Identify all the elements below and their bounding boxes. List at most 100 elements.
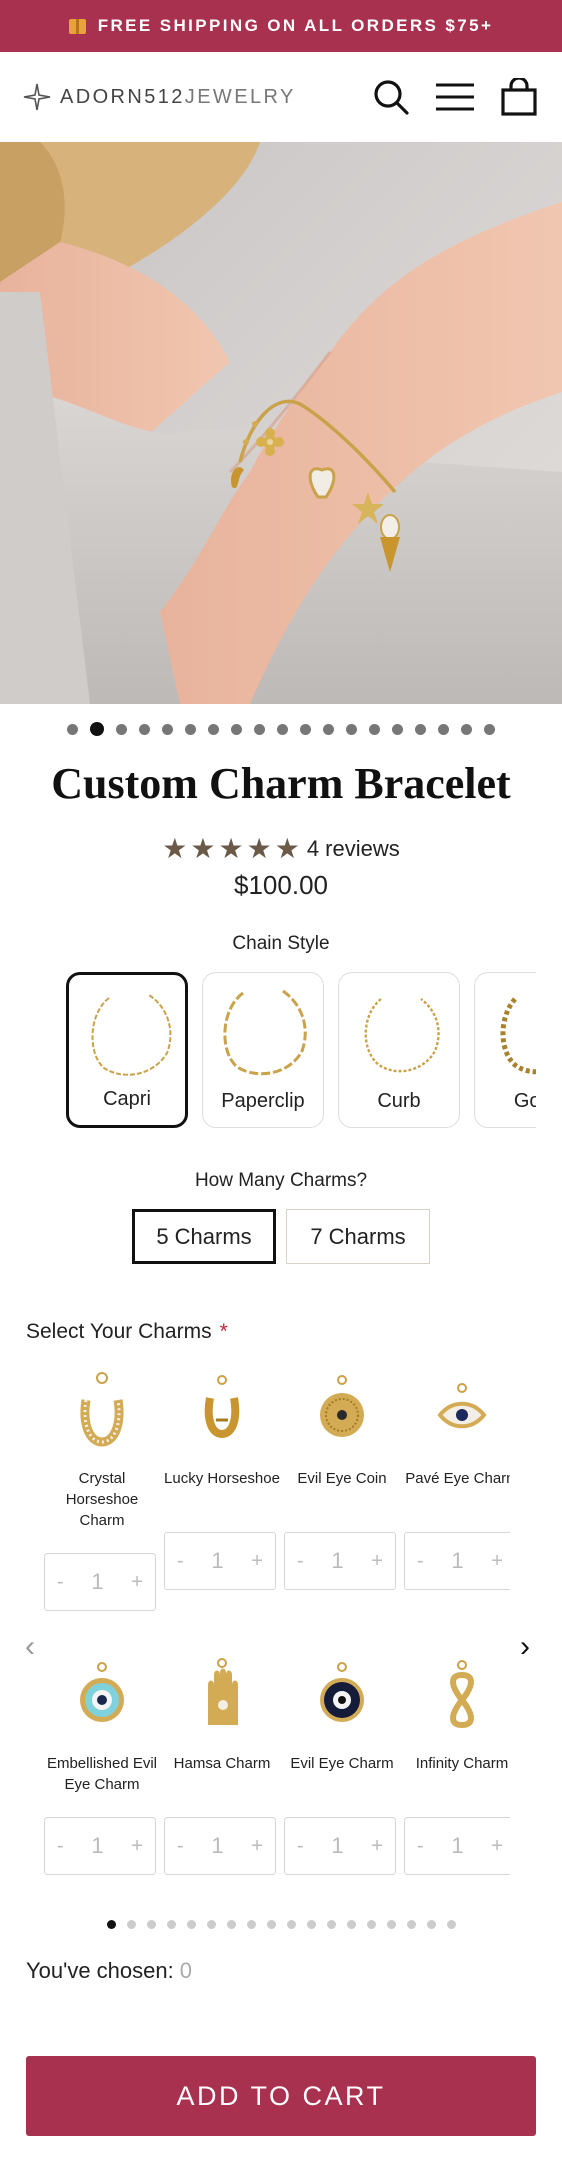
cart-icon[interactable] [498, 76, 540, 118]
quantity-stepper[interactable]: - 1 + [284, 1532, 396, 1590]
menu-icon[interactable] [434, 76, 476, 118]
chain-option-curb[interactable]: Curb [338, 972, 460, 1128]
charms-page-dot[interactable] [446, 1920, 456, 1929]
quantity-stepper[interactable]: - 1 + [44, 1553, 156, 1611]
quantity-value[interactable]: 1 [331, 1548, 343, 1574]
charm-item: Embellished Evil Eye Charm - 1 + [44, 1645, 160, 1875]
gallery-dot[interactable] [484, 723, 495, 735]
gallery-dot[interactable] [254, 723, 265, 735]
evil-eye-icon[interactable] [284, 1645, 400, 1745]
horseshoe-icon[interactable] [164, 1360, 280, 1460]
quantity-stepper[interactable]: - 1 + [404, 1532, 510, 1590]
charms-page-dot[interactable] [366, 1920, 376, 1929]
chain-option-gold[interactable]: Gold [474, 972, 536, 1128]
chain-option-capri[interactable]: Capri [66, 972, 188, 1128]
product-image[interactable] [0, 142, 562, 704]
star-icon: ★ [246, 833, 272, 864]
gallery-dot[interactable] [461, 723, 472, 735]
increment-button[interactable]: + [371, 1550, 383, 1573]
count-option-5[interactable]: 5 Charms [132, 1209, 276, 1264]
gallery-dot[interactable] [208, 723, 219, 735]
increment-button[interactable]: + [491, 1550, 503, 1573]
charms-page-dot[interactable] [126, 1920, 136, 1929]
increment-button[interactable]: + [251, 1835, 263, 1858]
quantity-value[interactable]: 1 [211, 1833, 223, 1859]
hamsa-icon[interactable] [164, 1645, 280, 1745]
chain-option-paperclip[interactable]: Paperclip [202, 972, 324, 1128]
gallery-dot[interactable] [116, 723, 127, 735]
gallery-dot[interactable] [323, 723, 334, 735]
increment-button[interactable]: + [131, 1571, 143, 1594]
quantity-value[interactable]: 1 [91, 1833, 103, 1859]
charms-page-dot[interactable] [286, 1920, 296, 1929]
horseshoe-icon[interactable] [44, 1360, 160, 1460]
increment-button[interactable]: + [251, 1550, 263, 1573]
increment-button[interactable]: + [491, 1835, 503, 1858]
quantity-stepper[interactable]: - 1 + [404, 1817, 510, 1875]
charms-page-dot[interactable] [106, 1920, 116, 1929]
quantity-value[interactable]: 1 [451, 1833, 463, 1859]
quantity-value[interactable]: 1 [211, 1548, 223, 1574]
gallery-dot[interactable] [300, 723, 311, 735]
charms-page-dot[interactable] [246, 1920, 256, 1929]
decrement-button[interactable]: - [57, 1571, 64, 1594]
evil-eye-icon[interactable] [44, 1645, 160, 1745]
quantity-stepper[interactable]: - 1 + [164, 1532, 276, 1590]
select-charms-label: Select Your Charms * [26, 1320, 228, 1343]
charms-next-arrow[interactable]: › [520, 1630, 530, 1664]
gallery-dot[interactable] [231, 723, 242, 735]
decrement-button[interactable]: - [417, 1835, 424, 1858]
gallery-dot[interactable] [67, 723, 78, 735]
quantity-stepper[interactable]: - 1 + [284, 1817, 396, 1875]
quantity-value[interactable]: 1 [91, 1569, 103, 1595]
increment-button[interactable]: + [371, 1835, 383, 1858]
add-to-cart-button[interactable]: ADD TO CART [26, 2056, 536, 2136]
infinity-icon[interactable] [404, 1645, 510, 1745]
gallery-dot[interactable] [438, 723, 449, 735]
charms-page-dot[interactable] [386, 1920, 396, 1929]
count-option-7[interactable]: 7 Charms [286, 1209, 430, 1264]
charms-page-dot[interactable] [426, 1920, 436, 1929]
chain-style-options: Capri Paperclip Curb Gold [66, 972, 536, 1128]
reviews-count[interactable]: 4 reviews [307, 836, 400, 862]
charms-page-dot[interactable] [266, 1920, 276, 1929]
decrement-button[interactable]: - [297, 1835, 304, 1858]
gallery-dot[interactable] [162, 723, 173, 735]
charms-page-dot[interactable] [146, 1920, 156, 1929]
charms-page-dot[interactable] [306, 1920, 316, 1929]
required-mark: * [219, 1320, 228, 1343]
increment-button[interactable]: + [131, 1835, 143, 1858]
search-icon[interactable] [370, 76, 412, 118]
box-icon [68, 18, 86, 34]
quantity-stepper[interactable]: - 1 + [164, 1817, 276, 1875]
decrement-button[interactable]: - [177, 1550, 184, 1573]
charms-page-dot[interactable] [186, 1920, 196, 1929]
eye-charm-icon[interactable] [404, 1360, 510, 1460]
gallery-dot[interactable] [185, 723, 196, 735]
decrement-button[interactable]: - [297, 1550, 304, 1573]
quantity-value[interactable]: 1 [451, 1548, 463, 1574]
charms-page-dot[interactable] [326, 1920, 336, 1929]
gallery-dot[interactable] [369, 723, 380, 735]
charm-name: Infinity Charm [415, 1755, 509, 1772]
quantity-stepper[interactable]: - 1 + [44, 1817, 156, 1875]
decrement-button[interactable]: - [57, 1835, 64, 1858]
evil-eye-coin-icon[interactable] [284, 1360, 400, 1460]
charms-page-dot[interactable] [206, 1920, 216, 1929]
quantity-value[interactable]: 1 [331, 1833, 343, 1859]
charms-page-dot[interactable] [406, 1920, 416, 1929]
product-rating[interactable]: ★ ★ ★ ★ ★ 4 reviews [0, 835, 562, 863]
gallery-dot[interactable] [346, 723, 357, 735]
gallery-dot[interactable] [415, 723, 426, 735]
charms-page-dot[interactable] [166, 1920, 176, 1929]
gallery-dot[interactable] [139, 723, 150, 735]
logo[interactable]: ADORN512JEWELRY [22, 82, 296, 112]
decrement-button[interactable]: - [417, 1550, 424, 1573]
charms-page-dot[interactable] [226, 1920, 236, 1929]
decrement-button[interactable]: - [177, 1835, 184, 1858]
gallery-dot[interactable] [90, 722, 104, 736]
charms-prev-arrow[interactable]: ‹ [25, 1630, 35, 1664]
gallery-dot[interactable] [277, 723, 288, 735]
charms-page-dot[interactable] [346, 1920, 356, 1929]
gallery-dot[interactable] [392, 723, 403, 735]
